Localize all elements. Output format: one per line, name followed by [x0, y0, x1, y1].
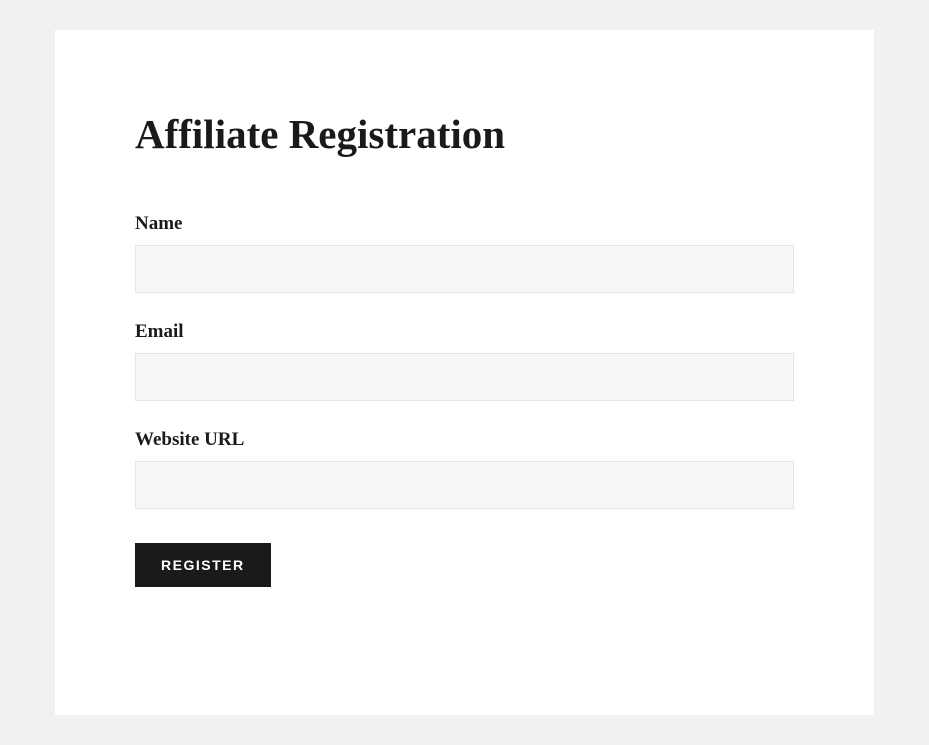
- email-label: Email: [135, 321, 794, 343]
- website-url-label: Website URL: [135, 429, 794, 451]
- registration-card: Affiliate Registration Name Email Websit…: [55, 30, 874, 715]
- affiliate-registration-form: Name Email Website URL Register: [135, 213, 794, 587]
- name-input[interactable]: [135, 245, 794, 293]
- name-label: Name: [135, 213, 794, 235]
- form-group-name: Name: [135, 213, 794, 293]
- register-button[interactable]: Register: [135, 543, 271, 587]
- form-group-website-url: Website URL: [135, 429, 794, 509]
- form-group-email: Email: [135, 321, 794, 401]
- website-url-input[interactable]: [135, 461, 794, 509]
- page-title: Affiliate Registration: [135, 110, 794, 158]
- email-input[interactable]: [135, 353, 794, 401]
